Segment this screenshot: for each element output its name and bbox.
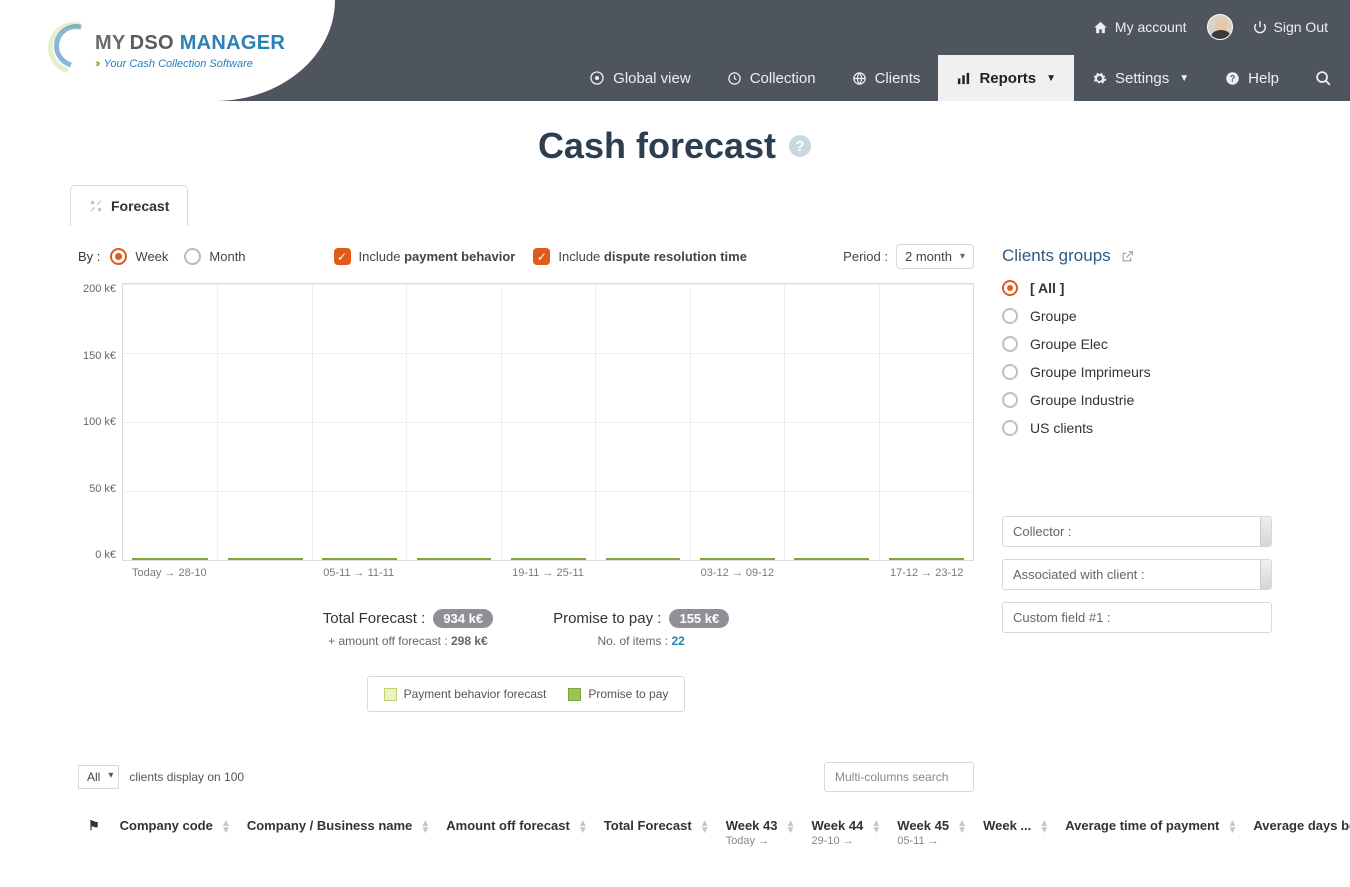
th-2[interactable]: Company / Business name▲▼ [237,812,436,847]
total-forecast-pill: 934 k€ [433,609,493,628]
sort-icon: ▲▼ [221,820,231,834]
check-dispute-resolution[interactable]: ✓ [533,248,550,265]
total-forecast-summary: Total Forecast :934 k€ + amount off fore… [323,609,493,648]
client-group-1[interactable]: Groupe [1002,308,1272,324]
th-9[interactable]: Average time of payment▲▼ [1055,812,1243,847]
period-label: Period : [843,249,888,264]
nav-reports[interactable]: Reports▼ [938,55,1074,101]
radio-by-week[interactable] [110,248,127,265]
nav-settings[interactable]: Settings▼ [1074,55,1207,101]
th-4[interactable]: Total Forecast▲▼ [594,812,716,847]
check-payment-behavior[interactable]: ✓ [334,248,351,265]
clients-icon [852,71,867,86]
th-5[interactable]: Week 43Today →▲▼ [716,812,802,847]
sign-out-link[interactable]: Sign Out [1253,19,1328,35]
topbar: MYDSO MANAGER ››››Your Cash Collection S… [0,0,1350,101]
period-select[interactable]: 2 month▾ [896,244,974,269]
rows-select[interactable]: All [78,765,119,789]
search-icon [1315,70,1332,87]
th-0[interactable]: ⚑ [78,812,110,847]
th-1[interactable]: Company code▲▼ [110,812,237,847]
power-icon [1253,20,1267,34]
avatar[interactable] [1207,14,1233,40]
by-label: By : [78,249,100,264]
associated-select[interactable]: Associated with client : [1002,559,1272,590]
th-8[interactable]: Week ...▲▼ [973,812,1055,847]
nav-collection[interactable]: Collection [709,55,834,101]
logo-tagline: Your Cash Collection Software [104,58,253,70]
sort-icon: ▲▼ [578,820,588,834]
external-link-icon[interactable] [1121,250,1134,263]
chevron-down-icon: ▼ [1046,73,1056,84]
nav-clients[interactable]: Clients [834,55,939,101]
svg-text:?: ? [1230,73,1235,83]
sort-icon: ▲▼ [957,820,967,834]
logo[interactable]: MYDSO MANAGER ››››Your Cash Collection S… [0,0,335,101]
custom-field-input[interactable]: Custom field #1 : [1002,602,1272,633]
search-input[interactable]: Multi-columns search [824,762,974,792]
help-icon[interactable]: ? [788,134,812,158]
promise-to-pay-summary: Promise to pay :155 k€ No. of items : 22 [553,609,729,648]
th-7[interactable]: Week 4505-11 →▲▼ [887,812,973,847]
client-group-5[interactable]: US clients [1002,420,1272,436]
page-title: Cash forecast [538,125,776,167]
global-view-icon [589,70,605,86]
sort-icon: ▲▼ [786,820,796,834]
tab-forecast[interactable]: Forecast [70,185,188,226]
forecast-table: ⚑ Company code▲▼Company / Business name▲▼… [78,812,1350,847]
chevron-down-icon: ▼ [1179,73,1189,84]
svg-text:?: ? [795,138,804,155]
nav-help[interactable]: ?Help [1207,55,1297,101]
th-10[interactable]: Average days beyond terms▲▼ [1243,812,1350,847]
reports-icon [956,71,971,86]
th-6[interactable]: Week 4429-10 →▲▼ [801,812,887,847]
radio-by-month[interactable] [184,248,201,265]
client-group-4[interactable]: Groupe Industrie [1002,392,1272,408]
client-group-0[interactable]: [ All ] [1002,280,1272,296]
chart-legend: Payment behavior forecast Promise to pay [367,676,686,712]
sort-icon: ▲▼ [1039,820,1049,834]
cash-forecast-chart: 200 k€150 k€100 k€50 k€0 k€ Today → 28-1… [78,283,974,579]
rows-label: clients display on 100 [129,770,244,784]
sort-icon: ▲▼ [420,820,430,834]
search-button[interactable] [1297,55,1350,101]
main-nav: Global viewCollectionClientsReports▼Sett… [571,55,1350,101]
client-group-3[interactable]: Groupe Imprimeurs [1002,364,1272,380]
th-3[interactable]: Amount off forecast▲▼ [436,812,594,847]
clients-groups-title: Clients groups [1002,246,1272,266]
flag-icon: ⚑ [88,818,100,833]
client-group-2[interactable]: Groupe Elec [1002,336,1272,352]
home-icon [1093,20,1108,35]
settings-icon [1092,71,1107,86]
collector-select[interactable]: Collector : [1002,516,1272,547]
promise-pill: 155 k€ [669,609,729,628]
help-icon: ? [1225,71,1240,86]
sort-icon: ▲▼ [871,820,881,834]
sort-icon: ▲▼ [700,820,710,834]
my-account-link[interactable]: My account [1093,19,1187,35]
sort-icon: ▲▼ [1227,820,1237,834]
collection-icon [727,71,742,86]
nav-global-view[interactable]: Global view [571,55,709,101]
